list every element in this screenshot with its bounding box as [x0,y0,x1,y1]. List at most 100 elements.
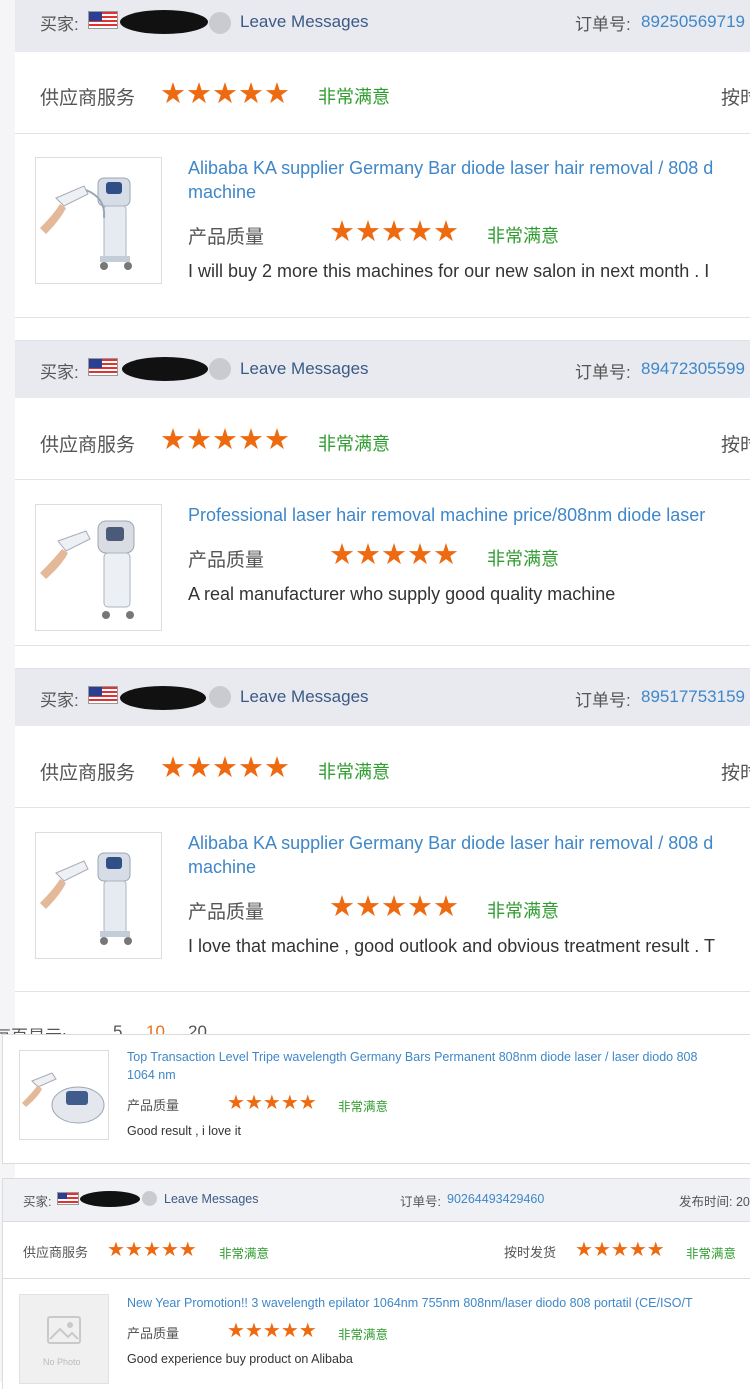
star-icon: ★ [186,752,212,784]
product-title-link-line2[interactable]: machine [188,857,256,878]
product-thumbnail[interactable] [19,1050,109,1140]
star-icon: ★ [433,539,459,571]
ship-rating-stars: ★ ★ ★ ★ ★ [575,1240,665,1260]
review-separator [15,318,750,340]
per-page-option[interactable]: 20 [188,1022,207,1034]
us-flag-icon [88,686,118,704]
star-icon: ★ [329,539,355,571]
service-rating-text: 非常满意 [318,434,390,454]
quality-rating-text: 非常满意 [487,549,559,569]
star-icon: ★ [212,752,238,784]
order-number-value[interactable]: 89517753159 [641,687,745,707]
quality-rating-stars: ★ ★ ★ ★ ★ [227,1321,317,1341]
quality-rating-text: 非常满意 [338,1100,389,1114]
star-icon: ★ [628,1239,647,1261]
redacted-buyer-name [80,1191,140,1207]
star-icon: ★ [575,1239,593,1261]
on-time-label: 按时 [721,435,750,456]
supplier-service-label: 供应商服务 [40,88,136,109]
product-title-link[interactable]: Professional laser hair removal machine … [188,505,705,526]
order-number-value[interactable]: 89250569719 [641,12,745,32]
star-icon: ★ [610,1239,629,1261]
star-icon: ★ [160,752,186,784]
star-icon: ★ [329,216,355,248]
order-number-label: 订单号: [575,691,631,710]
per-page-label: 每页显示: [0,1022,67,1034]
us-flag-icon [88,11,118,29]
star-icon: ★ [238,78,264,110]
product-title-link[interactable]: New Year Promotion!! 3 wavelength epilat… [127,1296,693,1310]
leave-messages-link[interactable]: Leave Messages [240,359,369,379]
star-icon: ★ [592,1239,611,1261]
left-edge [0,0,15,1382]
service-rating-text: 非常满意 [318,762,390,782]
product-title-link[interactable]: Top Transaction Level Tripe wavelength G… [127,1050,697,1064]
star-icon: ★ [262,1092,281,1114]
order-number-label: 订单号: [575,363,631,382]
service-rating-text: 非常满意 [219,1247,270,1261]
review-comment: A real manufacturer who supply good qual… [188,584,616,604]
leave-messages-link[interactable]: Leave Messages [240,687,369,707]
no-photo-label: No Photo [43,1357,81,1367]
product-thumbnail[interactable] [35,157,162,284]
star-icon: ★ [407,891,433,923]
star-icon: ★ [433,216,459,248]
star-icon: ★ [227,1320,245,1342]
product-quality-label: 产品质量 [188,902,265,923]
star-icon: ★ [264,424,290,456]
per-page-option-active[interactable]: 10 [146,1022,165,1034]
review-comment: I will buy 2 more this machines for our … [188,261,710,281]
product-quality-label: 产品质量 [188,550,265,571]
leave-messages-link[interactable]: Leave Messages [164,1192,259,1206]
quality-rating-text: 非常满意 [487,226,559,246]
product-thumbnail[interactable] [35,504,162,631]
star-icon: ★ [329,891,355,923]
star-icon: ★ [264,752,290,784]
star-icon: ★ [142,1239,161,1261]
star-icon: ★ [407,216,433,248]
star-icon: ★ [160,1239,179,1261]
on-time-ship-label: 按时发货 [504,1245,557,1260]
service-rating-text: 非常满意 [318,87,390,107]
star-icon: ★ [107,1239,125,1261]
redacted-buyer-name [120,10,208,34]
star-icon: ★ [264,78,290,110]
product-thumbnail-placeholder[interactable]: No Photo [19,1294,109,1384]
star-icon: ★ [238,424,264,456]
order-number-label: 订单号: [400,1195,441,1209]
star-icon: ★ [355,539,381,571]
leave-messages-link[interactable]: Leave Messages [240,12,369,32]
per-page-selector: 每页显示: 5 10 20 [0,1018,750,1034]
review-comment: Good result , i love it [127,1124,241,1138]
product-title-link[interactable]: Alibaba KA supplier Germany Bar diode la… [188,833,713,854]
service-rating-stars: ★ ★ ★ ★ ★ [160,754,290,783]
order-number-value[interactable]: 89472305599 [641,359,745,379]
service-rating-stars: ★ ★ ★ ★ ★ [160,426,290,455]
product-title-link-line2[interactable]: machine [188,182,256,203]
laser-machine-image [22,1072,105,1124]
publish-time-label: 发布时间: 20 [679,1195,750,1209]
laser-machine-image [40,520,135,619]
quality-rating-stars: ★ ★ ★ ★ ★ [227,1093,317,1113]
star-icon: ★ [298,1320,317,1342]
buyer-label: 买家: [40,15,79,34]
quality-rating-text: 非常满意 [338,1328,389,1342]
quality-rating-text: 非常满意 [487,901,559,921]
star-icon: ★ [262,1320,281,1342]
no-photo-icon [47,1316,81,1344]
star-icon: ★ [407,539,433,571]
ship-rating-text: 非常满意 [686,1247,737,1261]
laser-machine-image [40,177,132,270]
star-icon: ★ [186,78,212,110]
product-thumbnail[interactable] [35,832,162,959]
redacted-buyer-name [122,357,208,381]
service-rating-stars: ★ ★ ★ ★ ★ [160,80,290,109]
product-title-link[interactable]: Alibaba KA supplier Germany Bar diode la… [188,158,713,179]
order-number-value[interactable]: 90264493429460 [447,1192,544,1206]
quality-rating-stars: ★ ★ ★ ★ ★ [329,541,459,570]
product-title-link-line2[interactable]: 1064 nm [127,1068,176,1082]
us-flag-icon [88,358,118,376]
supplier-service-label: 供应商服务 [40,763,136,784]
laser-machine-image [40,852,132,945]
per-page-option[interactable]: 5 [113,1022,122,1034]
